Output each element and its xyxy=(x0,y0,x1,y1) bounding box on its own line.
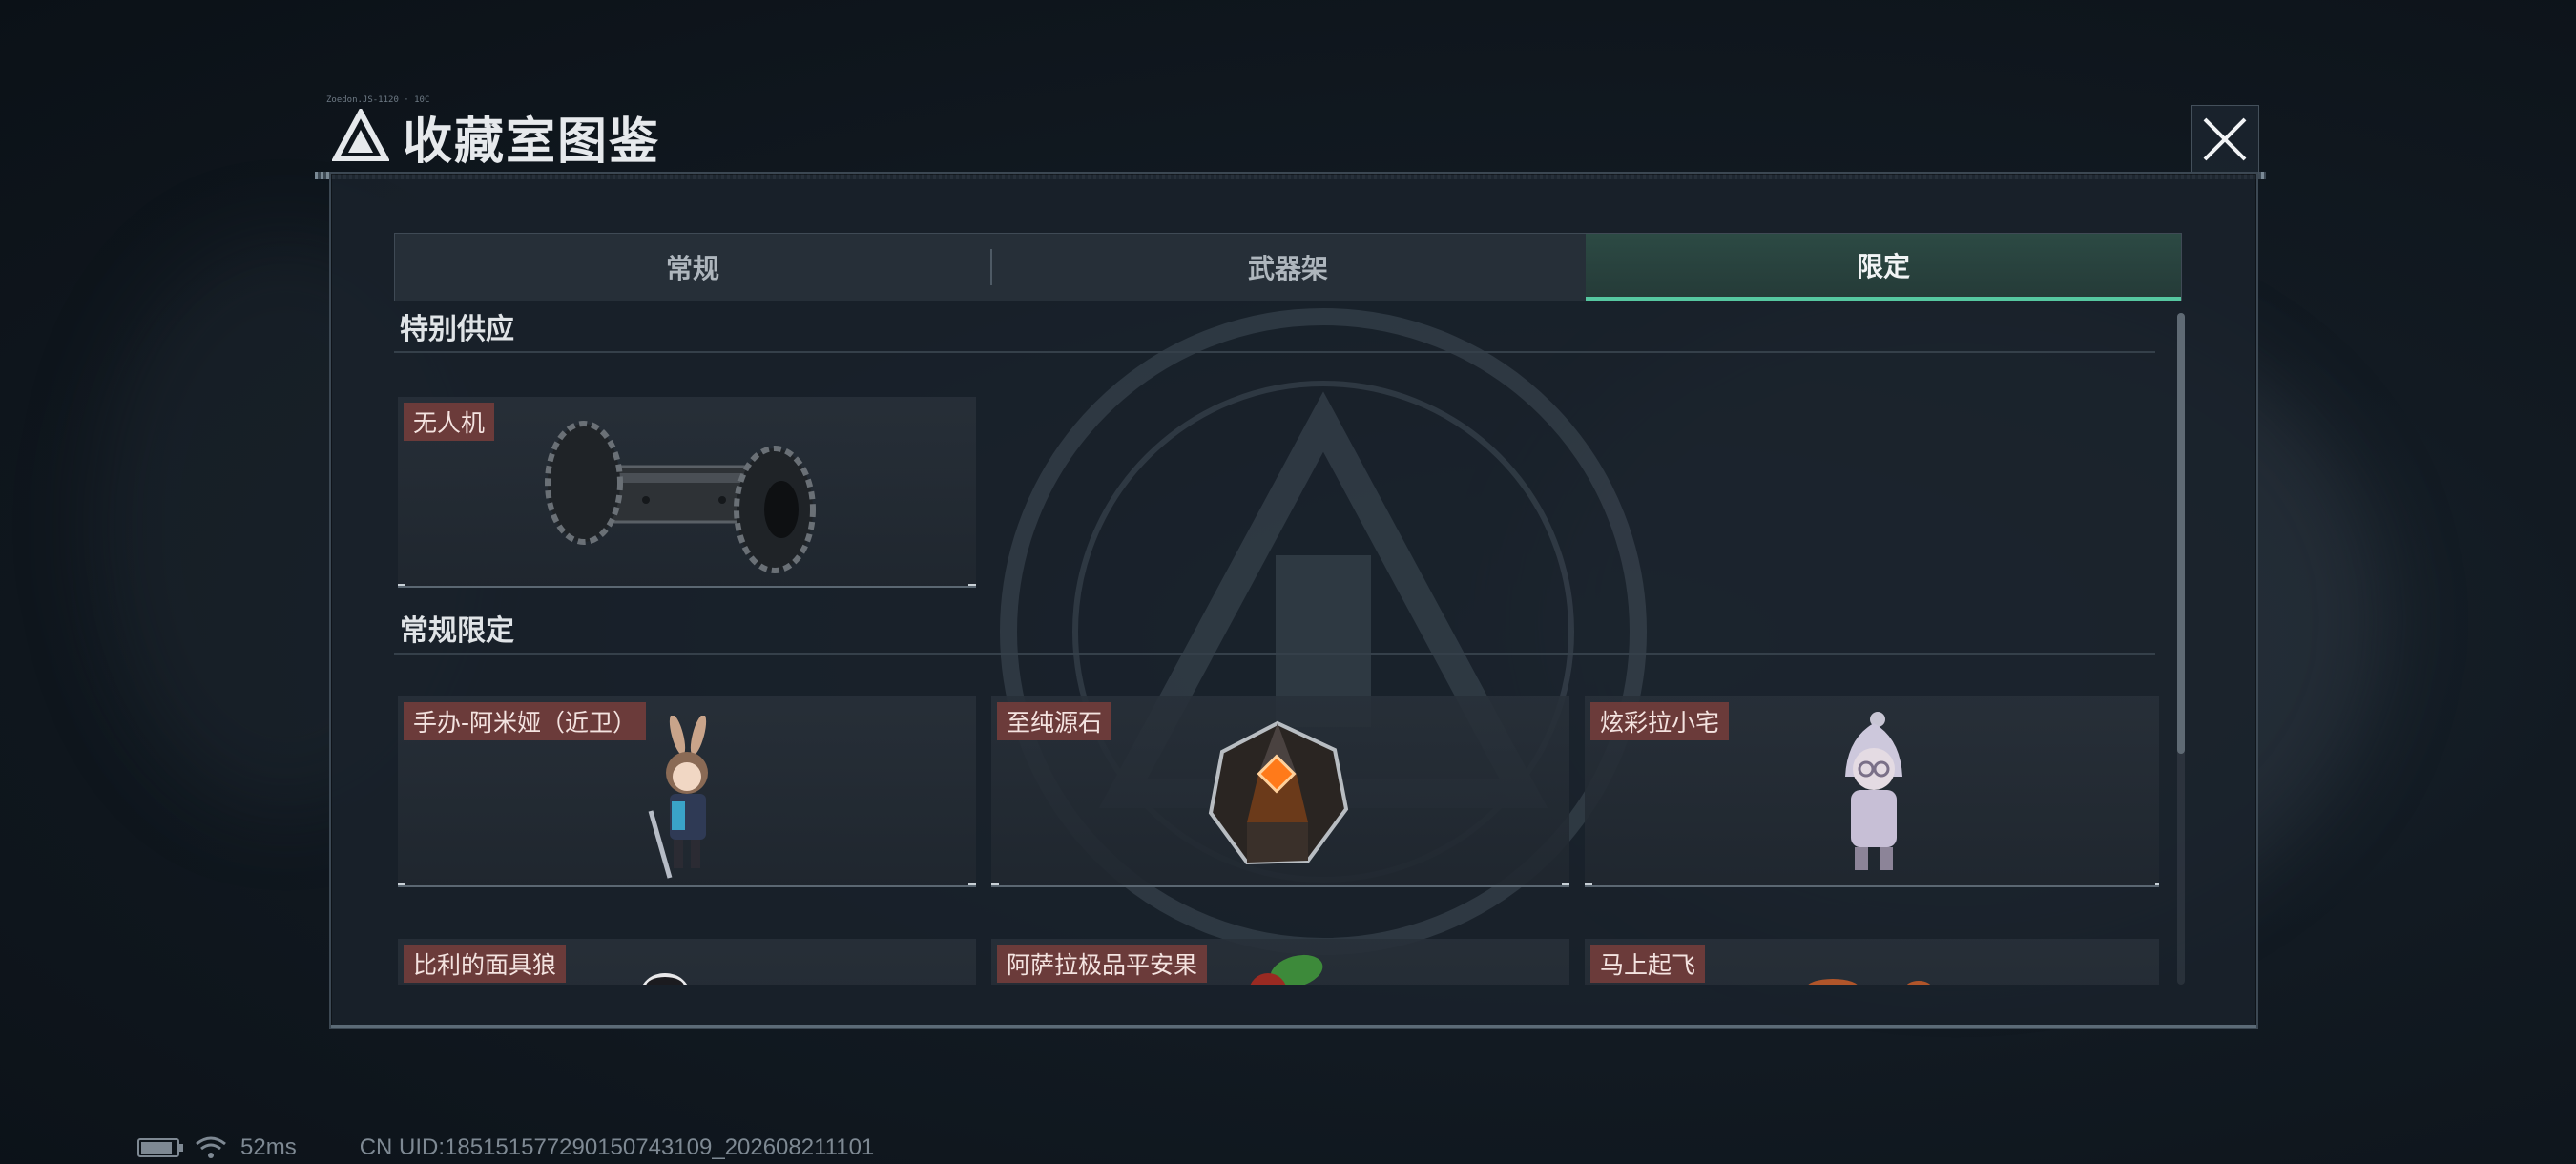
collection-panel: 常规 武器架 限定 特别供应 无人机 常规限定 手办-阿米娅（近卫） 至纯源石 … xyxy=(329,172,2258,1029)
apple-icon xyxy=(1250,954,1323,985)
tab-regular[interactable]: 常规 xyxy=(395,234,990,301)
section-divider xyxy=(394,351,2155,353)
horse-icon xyxy=(1808,979,1931,985)
drone-roller-icon xyxy=(545,421,816,573)
close-icon xyxy=(2203,117,2247,161)
tab-weapon-rack[interactable]: 武器架 xyxy=(990,234,1586,301)
close-button[interactable] xyxy=(2191,105,2259,174)
section-divider xyxy=(394,653,2155,655)
title-bar: Zoedon.JS-1120 · 10C 收藏室图鉴 xyxy=(315,94,2266,179)
card-label: 阿萨拉极品平安果 xyxy=(997,945,1208,983)
originium-crystal-icon xyxy=(1208,720,1349,865)
battery-icon xyxy=(137,1138,183,1157)
collection-list[interactable]: 特别供应 无人机 常规限定 手办-阿米娅（近卫） 至纯源石 炫彩拉小宅 比利的面… xyxy=(394,305,2159,985)
collection-card-originium[interactable]: 至纯源石 xyxy=(991,696,1569,887)
scrollbar[interactable] xyxy=(2177,313,2185,985)
card-label: 手办-阿米娅（近卫） xyxy=(404,702,647,740)
masked-wolf-icon xyxy=(642,973,688,985)
tab-limited[interactable]: 限定 xyxy=(1586,234,2181,301)
tab-bar: 常规 武器架 限定 xyxy=(394,233,2182,301)
hooded-figure-icon xyxy=(1845,712,1902,870)
card-label: 比利的面具狼 xyxy=(404,945,567,983)
card-label: 无人机 xyxy=(404,403,495,441)
card-label: 马上起飞 xyxy=(1590,945,1706,983)
amiya-figure-icon xyxy=(648,716,708,879)
collection-card-amiya-figure[interactable]: 手办-阿米娅（近卫） xyxy=(398,696,976,887)
collection-card-masked-wolf[interactable]: 比利的面具狼 xyxy=(398,939,976,985)
card-label: 至纯源石 xyxy=(997,702,1112,740)
ping-value: 52ms xyxy=(240,1134,297,1160)
card-label: 炫彩拉小宅 xyxy=(1590,702,1730,740)
uid-text: CN UID:18515157729015074310​9_2026082111… xyxy=(359,1134,875,1160)
wifi-icon xyxy=(196,1136,226,1158)
collection-card-horse[interactable]: 马上起飞 xyxy=(1585,939,2159,985)
collection-card-drone[interactable]: 无人机 xyxy=(398,397,976,588)
collection-card-apple[interactable]: 阿萨拉极品平安果 xyxy=(991,939,1569,985)
scrollbar-thumb[interactable] xyxy=(2177,313,2185,754)
page-title: 收藏室图鉴 xyxy=(403,114,661,171)
section-title-special-supply: 特别供应 xyxy=(400,313,514,346)
collection-card-hooded-figure[interactable]: 炫彩拉小宅 xyxy=(1585,696,2159,887)
status-bar: 52ms CN UID:18515157729015074310​9_20260… xyxy=(137,1134,875,1160)
section-title-regular-limited: 常规限定 xyxy=(400,614,514,648)
logo-icon xyxy=(332,109,389,161)
